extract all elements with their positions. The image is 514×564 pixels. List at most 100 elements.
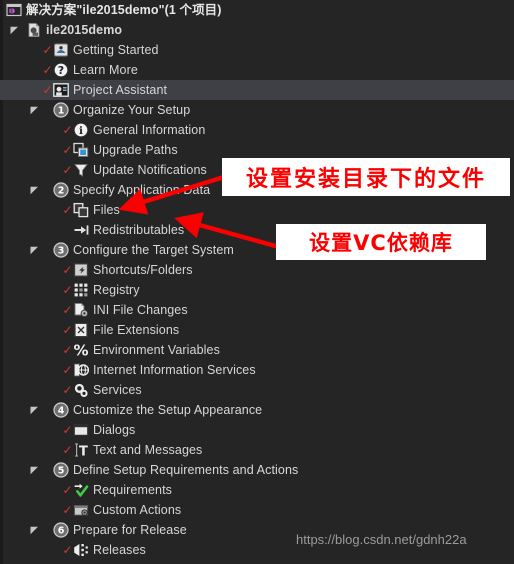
expander-triangle-icon[interactable] [28,100,40,120]
checkmark-icon: ✓ [62,123,73,137]
environment-variables-icon: % [73,342,89,358]
watermark-url: https://blog.csdn.net/gdnh22a [296,532,467,547]
expander-triangle-icon[interactable] [28,520,40,540]
solution-tree[interactable]: 解决方案"ile2015demo"(1 个项目) ile2015demo ✓ Gett… [0,0,514,560]
step-1-icon: 1 [53,102,69,118]
checkmark-icon: ✓ [62,263,73,277]
step-5-icon: 5 [53,462,69,478]
text-messages-icon: T [73,442,89,458]
file-extensions-icon [73,322,89,338]
tree-item-dialogs[interactable]: ✓ Dialogs [0,420,514,440]
ini-file-icon [73,302,89,318]
tree-item-custom-actions[interactable]: ✓ Custom Actions [0,500,514,520]
files-icon [73,202,89,218]
tree-item-registry[interactable]: ✓ Registry [0,280,514,300]
tree-item-internet-information-services[interactable]: ✓ Internet Information Services [0,360,514,380]
tree-item-define-setup-requirements-and-actions[interactable]: 5 Define Setup Requirements and Actions [0,460,514,480]
tree-item-label: Internet Information Services [93,363,256,377]
tree-item-ini-file-changes[interactable]: ✓ INI File Changes [0,300,514,320]
getting-started-icon [53,42,69,58]
tree-item-label: Text and Messages [93,443,203,457]
tree-item-general-information[interactable]: ✓ i General Information [0,120,514,140]
custom-actions-icon [73,502,89,518]
svg-text:2: 2 [58,186,65,197]
solution-icon [6,2,22,18]
svg-text:5: 5 [58,466,65,477]
update-notifications-icon [73,162,89,178]
info-icon: i [73,122,89,138]
checkmark-icon: ✓ [62,163,73,177]
tree-item-label: Getting Started [73,43,159,57]
tree-item-label: Define Setup Requirements and Actions [73,463,299,477]
tree-item-label: Upgrade Paths [93,143,178,157]
releases-icon [73,542,89,558]
svg-text:3: 3 [58,246,65,257]
checkmark-icon: ✓ [62,323,73,337]
tree-item-services[interactable]: ✓ Services [0,380,514,400]
checkmark-icon: ✓ [62,443,73,457]
tree-item-label: Releases [93,543,146,557]
tree-item-shortcuts-folders[interactable]: ✓ Shortcuts/Folders [0,260,514,280]
step-4-icon: 4 [53,402,69,418]
svg-text:6: 6 [58,526,65,537]
question-icon: ? [53,62,69,78]
tree-item-organize-your-setup[interactable]: 1 Organize Your Setup [0,100,514,120]
expander-triangle-icon[interactable] [8,20,20,40]
tree-item-label: Prepare for Release [73,523,187,537]
tree-item-label: Dialogs [93,423,136,437]
dialogs-icon [73,422,89,438]
expander-triangle-icon[interactable] [28,460,40,480]
tree-item-label: Configure the Target System [73,243,234,257]
tree-item-label: Files [93,203,120,217]
expander-triangle-icon[interactable] [28,240,40,260]
tree-item-getting-started[interactable]: ✓ Getting Started [0,40,514,60]
tree-item-customize-the-setup-appearance[interactable]: 4 Customize the Setup Appearance [0,400,514,420]
step-3-icon: 3 [53,242,69,258]
checkmark-icon: ✓ [62,383,73,397]
tree-item-environment-variables[interactable]: ✓% Environment Variables [0,340,514,360]
checkmark-icon: ✓ [62,543,73,557]
tree-item-learn-more[interactable]: ✓? Learn More [0,60,514,80]
step-6-icon: 6 [53,522,69,538]
tree-item-label: Organize Your Setup [73,103,191,117]
project-icon [26,22,42,38]
checkmark-icon: ✓ [62,423,73,437]
svg-text:%: % [73,342,88,358]
tree-item-ile2015demo-1[interactable]: 解决方案"ile2015demo"(1 个项目) [0,0,514,20]
checkmark-icon: ✓ [62,343,73,357]
requirements-icon [73,482,89,498]
redistributables-icon [73,222,89,238]
expander-triangle-icon[interactable] [28,180,40,200]
registry-icon [73,282,89,298]
tree-item-requirements[interactable]: ✓ Requirements [0,480,514,500]
annotation-label-files: 设置安装目录下的文件 [222,158,510,196]
tree-item-files[interactable]: ✓ Files [0,200,514,220]
tree-item-file-extensions[interactable]: ✓ File Extensions [0,320,514,340]
annotation-label-redistributables: 设置VC依赖库 [276,224,486,260]
tree-item-upgrade-paths[interactable]: ✓ Upgrade Paths [0,140,514,160]
checkmark-icon: ✓ [62,363,73,377]
checkmark-icon: ✓ [42,83,53,97]
tree-item-label: Project Assistant [73,83,168,97]
solution-explorer-window: 解决方案"ile2015demo"(1 个项目) ile2015demo ✓ Gett… [0,0,514,564]
checkmark-icon: ✓ [62,203,73,217]
checkmark-icon: ✓ [42,63,53,77]
checkmark-icon: ✓ [42,43,53,57]
expander-triangle-icon[interactable] [28,400,40,420]
tree-item-label: General Information [93,123,206,137]
tree-item-ile2015demo[interactable]: ile2015demo [0,20,514,40]
tree-item-label: Customize the Setup Appearance [73,403,263,417]
upgrade-paths-icon [73,142,89,158]
checkmark-icon: ✓ [62,143,73,157]
checkmark-icon: ✓ [62,283,73,297]
tree-item-label: Update Notifications [93,163,207,177]
tree-item-label: File Extensions [93,323,180,337]
svg-text:i: i [79,125,83,137]
checkmark-icon: ✓ [62,303,73,317]
tree-item-label: Shortcuts/Folders [93,263,193,277]
tree-item-text-and-messages[interactable]: ✓ T Text and Messages [0,440,514,460]
services-icon [73,382,89,398]
iis-icon [73,362,89,378]
project-assistant-icon [53,82,69,98]
tree-item-project-assistant[interactable]: ✓ Project Assistant [0,80,514,100]
